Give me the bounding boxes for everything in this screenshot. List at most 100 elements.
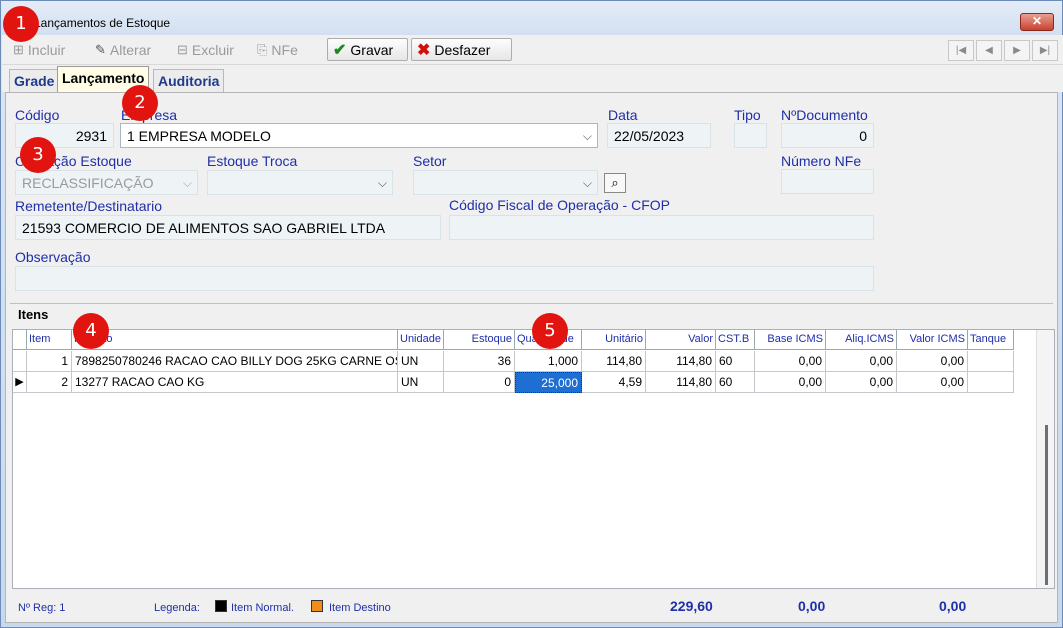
itens-grid: Item Produto Unidade Estoque Quantidade … — [12, 329, 1055, 589]
vertical-scrollbar[interactable] — [1036, 330, 1054, 588]
toolbar: ⊞ Incluir ✎ Alterar ⊟ Excluir ⎘ NFe ✔ Gr… — [2, 35, 1063, 65]
divider — [10, 303, 1053, 304]
chevron-down-icon: ⌵ — [582, 176, 592, 190]
gravar-label: Gravar — [350, 41, 394, 58]
col-valor-icms[interactable]: Valor ICMS — [897, 330, 968, 350]
desfazer-label: Desfazer — [434, 41, 491, 58]
nfe-label: NFe — [271, 41, 298, 58]
empresa-select[interactable]: 1 EMPRESA MODELO ⌵ — [120, 123, 598, 148]
total-base-icms: 0,00 — [798, 598, 826, 614]
cell-base-icms[interactable]: 0,00 — [755, 372, 826, 393]
setor-label: Setor — [413, 153, 447, 169]
total-valor-icms: 0,00 — [939, 598, 967, 614]
close-button[interactable]: ✕ — [1020, 13, 1054, 31]
chevron-down-icon: ⌵ — [582, 129, 592, 143]
cell-cstb[interactable]: 60 — [716, 372, 755, 393]
setor-select[interactable]: ⌵ — [413, 170, 598, 195]
table-row[interactable]: 1 7898250780246 RACAO CAO BILLY DOG 25KG… — [13, 351, 1014, 372]
operacao-estoque-select[interactable]: RECLASSIFICAÇÃO ⌵ — [15, 170, 198, 195]
add-record-icon: ⊞ — [13, 41, 24, 57]
excluir-button[interactable]: ⊟ Excluir — [172, 38, 239, 61]
col-produto[interactable]: Produto — [72, 330, 398, 350]
cell-valor-icms[interactable]: 0,00 — [897, 351, 968, 372]
cell-estoque[interactable]: 0 — [444, 372, 515, 393]
alterar-button[interactable]: ✎ Alterar — [90, 38, 156, 61]
col-unidade[interactable]: Unidade — [398, 330, 444, 350]
cell-quantidade-selected[interactable]: 25,000 — [515, 372, 582, 393]
tipo-label: Tipo — [734, 107, 761, 123]
numero-nfe-label: Número NFe — [781, 153, 862, 169]
cell-unidade[interactable]: UN — [398, 351, 444, 372]
col-unitario[interactable]: Unitário — [582, 330, 646, 350]
cell-valor[interactable]: 114,80 — [646, 372, 716, 393]
desfazer-button[interactable]: ✖ Desfazer — [411, 38, 512, 61]
cell-produto[interactable]: 7898250780246 RACAO CAO BILLY DOG 25KG C… — [72, 351, 398, 372]
cell-quantidade[interactable]: 1,000 — [515, 351, 582, 372]
gravar-button[interactable]: ✔ Gravar — [327, 38, 408, 61]
next-record-button[interactable]: ▶ — [1004, 40, 1030, 61]
search-icon: ⌕ — [611, 175, 619, 190]
cell-unitario[interactable]: 114,80 — [582, 351, 646, 372]
estoque-troca-select[interactable]: ⌵ — [207, 170, 393, 195]
cfop-field[interactable] — [449, 215, 874, 240]
remetente-label: Remetente/Destinatario — [15, 198, 163, 214]
cell-tanque[interactable] — [968, 351, 1014, 372]
numero-nfe-field[interactable] — [781, 169, 874, 194]
title-bar: Lançamentos de Estoque ✕ — [1, 1, 1062, 35]
legend-label: Legenda: — [154, 602, 200, 614]
cfop-label: Código Fiscal de Operação - CFOP — [449, 197, 670, 213]
cell-unidade[interactable]: UN — [398, 372, 444, 393]
row-indicator — [13, 351, 27, 372]
prev-record-button[interactable]: ◀ — [976, 40, 1002, 61]
chevron-down-icon: ⌵ — [377, 176, 387, 190]
cell-item[interactable]: 2 — [27, 372, 72, 393]
remetente-field[interactable]: 21593 COMERCIO DE ALIMENTOS SAO GABRIEL … — [15, 215, 441, 240]
annotation-badge-1: 1 — [3, 6, 39, 42]
data-field[interactable]: 22/05/2023 — [607, 123, 711, 148]
ndocumento-label: NºDocumento — [781, 107, 868, 123]
cell-base-icms[interactable]: 0,00 — [755, 351, 826, 372]
tipo-field[interactable] — [734, 123, 767, 148]
col-valor[interactable]: Valor — [646, 330, 716, 350]
observacao-field[interactable] — [15, 266, 874, 291]
col-cstb[interactable]: CST.B — [716, 330, 755, 350]
search-setor-button[interactable]: ⌕ — [604, 173, 626, 193]
tab-grade[interactable]: Grade — [9, 69, 60, 92]
cell-aliq-icms[interactable]: 0,00 — [826, 351, 897, 372]
table-row[interactable]: ▶ 2 13277 RACAO CAO KG UN 0 25,000 4,59 … — [13, 372, 1014, 393]
incluir-label: Incluir — [27, 41, 66, 58]
first-record-button[interactable]: |◀ — [948, 40, 974, 61]
delete-record-icon: ⊟ — [177, 41, 188, 57]
col-base-icms[interactable]: Base ICMS — [755, 330, 826, 350]
cell-tanque[interactable] — [968, 372, 1014, 393]
cell-unitario[interactable]: 4,59 — [582, 372, 646, 393]
checkmark-icon: ✔ — [333, 41, 347, 59]
ndocumento-field[interactable]: 0 — [781, 123, 874, 148]
cell-valor[interactable]: 114,80 — [646, 351, 716, 372]
tab-auditoria[interactable]: Auditoria — [153, 69, 225, 92]
grid-header: Item Produto Unidade Estoque Quantidade … — [13, 330, 1014, 350]
estoque-troca-label: Estoque Troca — [207, 153, 298, 169]
form-panel: Código 2931 Empresa 1 EMPRESA MODELO ⌵ D… — [5, 92, 1058, 623]
cell-aliq-icms[interactable]: 0,00 — [826, 372, 897, 393]
scrollbar-thumb[interactable] — [1045, 425, 1048, 585]
undo-x-icon: ✖ — [417, 41, 431, 59]
col-estoque[interactable]: Estoque — [444, 330, 515, 350]
cell-valor-icms[interactable]: 0,00 — [897, 372, 968, 393]
cell-cstb[interactable]: 60 — [716, 351, 755, 372]
col-item[interactable]: Item — [27, 330, 72, 350]
legend-normal-swatch — [215, 600, 227, 612]
cell-estoque[interactable]: 36 — [444, 351, 515, 372]
cell-produto[interactable]: 13277 RACAO CAO KG — [72, 372, 398, 393]
last-record-button[interactable]: ▶| — [1032, 40, 1058, 61]
current-row-arrow-icon: ▶ — [13, 372, 27, 393]
cell-item[interactable]: 1 — [27, 351, 72, 372]
nfe-button[interactable]: ⎘ NFe — [252, 38, 303, 61]
legend-item-normal: Item Normal. — [231, 602, 294, 614]
legend-destino-swatch — [311, 600, 323, 612]
itens-label: Itens — [18, 307, 49, 322]
footer: Nº Reg: 1 Legenda: Item Normal. Item Des… — [2, 593, 1052, 619]
col-tanque[interactable]: Tanque — [968, 330, 1014, 350]
col-aliq-icms[interactable]: Aliq.ICMS — [826, 330, 897, 350]
data-label: Data — [608, 107, 638, 123]
